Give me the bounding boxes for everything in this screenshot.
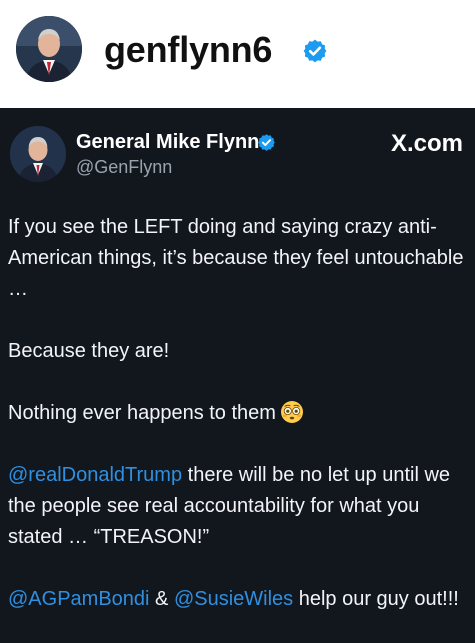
paragraph-text: help our guy out!!! [293,588,459,610]
paragraph-text: If you see the LEFT doing and saying cra… [8,216,464,300]
profile-photo-icon [16,16,82,82]
profile-username[interactable]: genflynn6 [104,30,272,70]
mention-link[interactable]: @SusieWiles [174,588,293,610]
profile-photo-icon [10,126,66,182]
tweet-paragraph: @AGPamBondi & @SusieWiles help our guy o… [8,584,470,615]
tweet-author-handle[interactable]: @GenFlynn [76,156,172,178]
mention-link[interactable]: @realDonaldTrump [8,464,182,486]
tweet-paragraph: Because they are! [8,336,470,367]
tweet-author-avatar[interactable] [10,126,66,182]
verified-badge-icon [258,134,275,151]
tweet-paragraph: If you see the LEFT doing and saying cra… [8,212,470,305]
paragraph-text: & [149,588,174,610]
flushed-face-emoji-icon [280,401,303,423]
tweet-paragraph: Nothing ever happens to them [8,398,470,429]
tweet-author-name[interactable]: General Mike Flynn [76,130,259,154]
paragraph-text: Because they are! [8,340,170,362]
verified-badge-icon [303,39,327,63]
tweet-paragraph: @realDonaldTrump there will be no let up… [8,460,470,553]
account-header: genflynn6 [0,0,475,108]
tweet-card: General Mike Flynn @GenFlynn X.com If yo… [0,108,475,643]
paragraph-text: Nothing ever happens to them [8,402,276,424]
x-logo: X.com [390,130,463,157]
tweet-text: If you see the LEFT doing and saying cra… [8,212,470,615]
profile-avatar[interactable] [16,16,82,82]
mention-link[interactable]: @AGPamBondi [8,588,149,610]
